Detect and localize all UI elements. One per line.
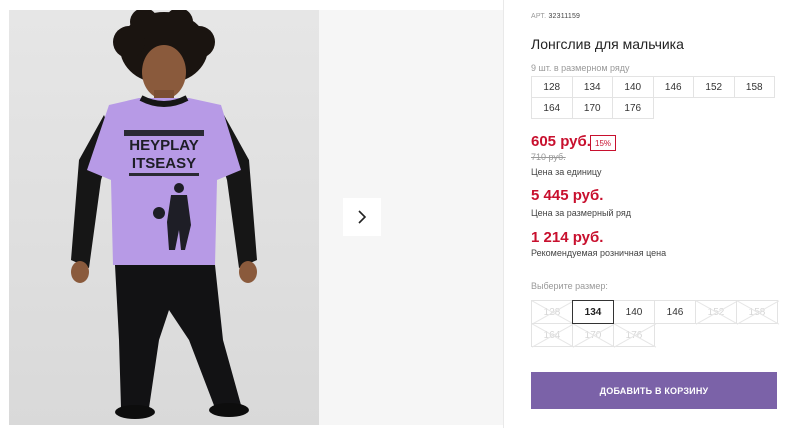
choose-size-label: Выберите размер: bbox=[531, 281, 608, 291]
retail-price-label: Рекомендуемая розничная цена bbox=[531, 248, 667, 258]
size-selector-row: 128 134 140 146 152 158 bbox=[531, 300, 783, 324]
pack-price-label: Цена за размерный ряд bbox=[531, 208, 632, 218]
pack-size-row: 164 170 176 bbox=[531, 97, 780, 119]
pack-size-cell: 176 bbox=[612, 97, 654, 119]
pack-size-cell: 134 bbox=[571, 76, 613, 98]
discount-badge: 15% bbox=[590, 135, 617, 151]
size-option-128[interactable]: 128 bbox=[531, 300, 573, 324]
pack-size-cell: 146 bbox=[652, 76, 694, 98]
shirt-print-line-2: ITSEASY bbox=[132, 155, 196, 172]
pack-size-row: 128 134 140 146 152 158 bbox=[531, 76, 780, 98]
article-label: АРТ. bbox=[531, 13, 547, 20]
unit-price: 605 руб. bbox=[531, 133, 591, 150]
product-photo[interactable]: HEYPLAY ITSEASY bbox=[9, 10, 319, 425]
unit-price-label: Цена за единицу bbox=[531, 167, 602, 177]
size-option-176[interactable]: 176 bbox=[613, 323, 655, 347]
next-image-button[interactable] bbox=[343, 198, 381, 236]
product-gallery: HEYPLAY ITSEASY bbox=[0, 0, 503, 428]
pack-size-cell: 158 bbox=[733, 76, 775, 98]
size-selector-row: 164 170 176 bbox=[531, 323, 783, 347]
column-divider bbox=[503, 0, 504, 428]
shirt-print-line-1: HEYPLAY bbox=[129, 137, 198, 154]
size-option-158[interactable]: 158 bbox=[736, 300, 778, 324]
size-selector: 128 134 140 146 152 158 164 170 176 bbox=[531, 300, 783, 347]
chevron-right-icon bbox=[358, 210, 367, 224]
add-to-cart-button[interactable]: ДОБАВИТЬ В КОРЗИНУ bbox=[531, 372, 777, 409]
size-option-164[interactable]: 164 bbox=[531, 323, 573, 347]
article-value: 32311159 bbox=[548, 13, 581, 20]
size-option-146[interactable]: 146 bbox=[654, 300, 696, 324]
product-title: Лонгслив для мальчика bbox=[531, 36, 684, 52]
pack-size-cell: 128 bbox=[531, 76, 573, 98]
pack-price: 5 445 руб. bbox=[531, 187, 604, 204]
size-option-140[interactable]: 140 bbox=[613, 300, 655, 324]
old-price: 710 руб. bbox=[531, 152, 566, 162]
size-option-134[interactable]: 134 bbox=[572, 300, 614, 324]
retail-price: 1 214 руб. bbox=[531, 229, 604, 246]
pack-size-cell: 140 bbox=[612, 76, 654, 98]
pack-size-cell: 170 bbox=[571, 97, 613, 119]
size-option-170[interactable]: 170 bbox=[572, 323, 614, 347]
pack-size-grid: 128 134 140 146 152 158 164 170 176 bbox=[531, 76, 780, 119]
pack-size-cell: 152 bbox=[693, 76, 735, 98]
size-option-152[interactable]: 152 bbox=[695, 300, 737, 324]
boy-in-longsleeve-image: HEYPLAY ITSEASY bbox=[71, 10, 257, 419]
pack-count-note: 9 шт. в размерном ряду bbox=[531, 63, 630, 73]
pack-size-cell: 164 bbox=[531, 97, 573, 119]
article-number: АРТ. 32311159 bbox=[531, 13, 580, 20]
